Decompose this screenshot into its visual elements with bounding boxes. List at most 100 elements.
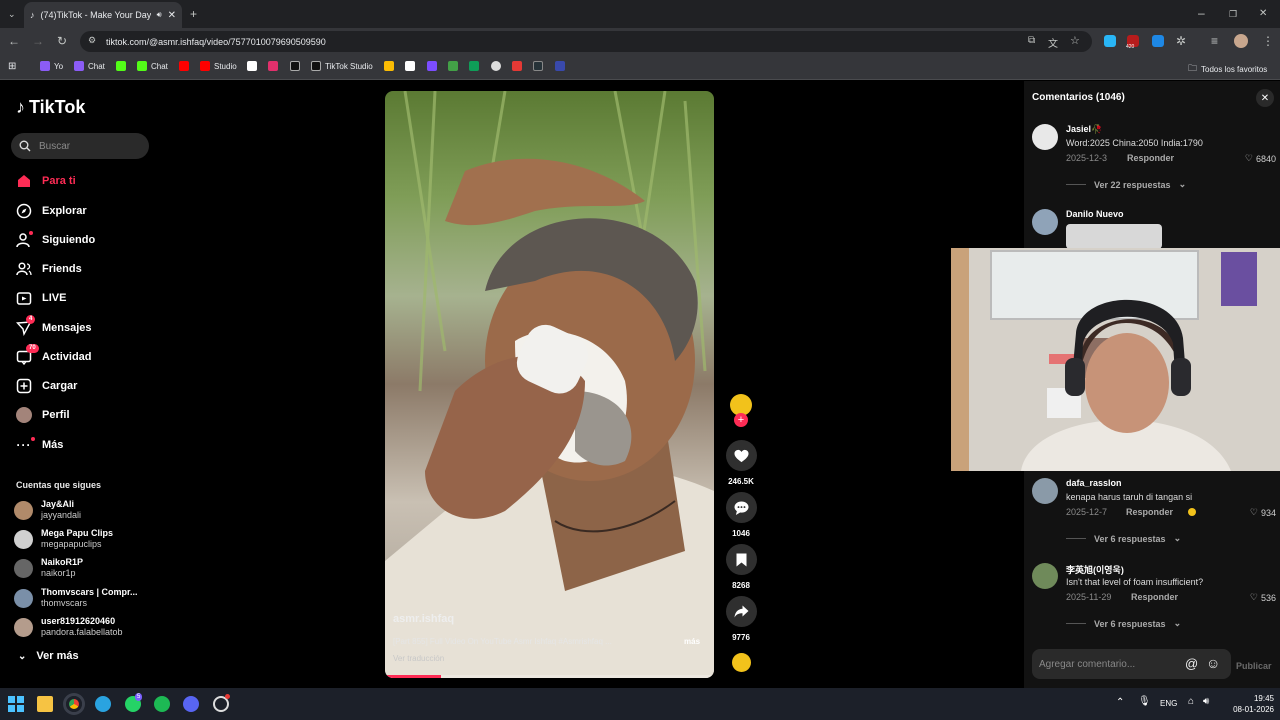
tiktok-logo[interactable]: ♪ TikTok bbox=[16, 97, 85, 118]
bookmark-item[interactable]: Chat bbox=[137, 61, 168, 71]
translate-icon[interactable]: 文 bbox=[1048, 35, 1058, 50]
comment-like-button[interactable]: ♡ 934 bbox=[1250, 507, 1276, 518]
chrome-icon[interactable] bbox=[66, 696, 82, 712]
view-replies-button[interactable]: Ver 6 respuestas ⌄ bbox=[1066, 533, 1181, 544]
minimize-button[interactable]: – bbox=[1198, 7, 1205, 19]
video-progress-bar[interactable] bbox=[385, 675, 714, 678]
bookmark-item[interactable]: Studio bbox=[200, 61, 237, 71]
comment-like-button[interactable]: ♡ 6840 bbox=[1245, 153, 1276, 164]
reply-button[interactable]: Responder bbox=[1126, 507, 1173, 517]
apps-grid-icon[interactable]: ⊞ bbox=[8, 61, 16, 72]
nav-siguiendo[interactable]: Siguiendo bbox=[16, 231, 95, 248]
caption-more-button[interactable]: más bbox=[684, 637, 700, 646]
avatar[interactable] bbox=[1032, 563, 1058, 589]
bookmark-item[interactable] bbox=[405, 61, 415, 71]
view-replies-button[interactable]: Ver 22 respuestas ⌄ bbox=[1066, 179, 1186, 190]
all-bookmarks-folder[interactable]: 🗀︎ Todos los favoritos bbox=[1188, 61, 1267, 77]
following-account[interactable]: Jay&Ali jayyandali bbox=[14, 499, 81, 521]
bookmark-item[interactable] bbox=[116, 61, 126, 71]
discord-icon[interactable] bbox=[183, 696, 199, 712]
volume-icon[interactable]: 🔊︎ bbox=[1203, 696, 1209, 707]
site-info-icon[interactable]: ⚙︎ bbox=[88, 35, 96, 46]
share-button[interactable]: 9776 bbox=[725, 596, 757, 642]
system-clock[interactable]: 19:45 08-01-2026 bbox=[1224, 693, 1274, 715]
extension-wave-icon[interactable] bbox=[1152, 35, 1164, 47]
profile-avatar-icon[interactable] bbox=[1234, 34, 1248, 48]
add-comment-input[interactable]: Agregar comentario... @ ☺ bbox=[1032, 649, 1231, 679]
creator-avatar[interactable]: + bbox=[725, 394, 757, 427]
media-controls-icon[interactable]: ≡ bbox=[1211, 35, 1218, 47]
video-player[interactable]: asmr.ishfaq [Part 855] Full Video On You… bbox=[385, 91, 714, 678]
window-close-button[interactable]: ✕ bbox=[1259, 8, 1267, 20]
bookmark-item[interactable] bbox=[247, 61, 257, 71]
comment-username[interactable]: 李英旭(이영욱) bbox=[1066, 563, 1124, 576]
comment-username[interactable]: dafa_rasslon bbox=[1066, 478, 1122, 488]
windows-start-icon[interactable] bbox=[8, 696, 24, 712]
view-replies-button[interactable]: Ver 6 respuestas ⌄ bbox=[1066, 618, 1181, 629]
nav-explorar[interactable]: Explorar bbox=[16, 203, 87, 219]
avatar[interactable] bbox=[1032, 124, 1058, 150]
install-icon[interactable]: ⧉ bbox=[1028, 35, 1035, 46]
music-disc[interactable] bbox=[725, 653, 757, 672]
video-author[interactable]: asmr.ishfaq bbox=[393, 613, 454, 625]
bookmark-item[interactable] bbox=[290, 61, 300, 71]
nav-friends[interactable]: Friends bbox=[16, 261, 82, 277]
see-translation-link[interactable]: Ver traducción bbox=[393, 654, 444, 663]
nav-live[interactable]: LIVE bbox=[16, 290, 66, 306]
nav-mas[interactable]: ··· Más bbox=[16, 437, 63, 453]
bookmark-item[interactable] bbox=[469, 61, 479, 71]
nav-perfil[interactable]: Perfil bbox=[16, 407, 70, 423]
spotify-icon[interactable] bbox=[154, 696, 170, 712]
browser-tab[interactable]: ♪ (74)TikTok - Make Your Day 🔊︎ ✕ bbox=[24, 2, 182, 28]
file-explorer-icon[interactable] bbox=[37, 696, 53, 712]
nav-mensajes[interactable]: 4 Mensajes bbox=[16, 315, 92, 336]
bookmark-item[interactable] bbox=[448, 61, 458, 71]
reply-button[interactable]: Responder bbox=[1127, 153, 1174, 163]
follow-plus-icon[interactable]: + bbox=[734, 413, 748, 427]
new-tab-button[interactable]: + bbox=[190, 8, 197, 20]
like-button[interactable]: 246.5K bbox=[725, 440, 757, 486]
comment-username[interactable]: Danilo Nuevo bbox=[1066, 209, 1124, 219]
speaker-icon[interactable]: 🔊︎ bbox=[157, 10, 162, 20]
extensions-puzzle-icon[interactable]: ✲ bbox=[1176, 35, 1186, 47]
nav-actividad[interactable]: 70 Actividad bbox=[16, 344, 92, 365]
see-more-button[interactable]: ⌄ Ver más bbox=[18, 650, 79, 662]
bookmark-item[interactable] bbox=[268, 61, 278, 71]
comment-like-button[interactable]: ♡ 536 bbox=[1250, 592, 1276, 603]
network-icon[interactable]: ⌂ bbox=[1188, 696, 1194, 707]
bookmark-item[interactable]: TikTok Studio bbox=[311, 61, 373, 71]
forward-button[interactable]: → bbox=[32, 35, 44, 47]
tab-close-icon[interactable]: ✕ bbox=[168, 10, 176, 21]
reply-button[interactable]: Responder bbox=[1131, 592, 1178, 602]
chrome-menu-icon[interactable]: ⋮ bbox=[1262, 35, 1274, 47]
tray-chevron-up-icon[interactable]: ⌃ bbox=[1116, 697, 1124, 708]
comment-username[interactable]: Jasiel🥀 bbox=[1066, 124, 1102, 135]
extension-7tv-icon[interactable] bbox=[1104, 35, 1116, 47]
bookmark-item[interactable] bbox=[427, 61, 437, 71]
bookmark-item[interactable] bbox=[491, 61, 501, 71]
nav-cargar[interactable]: Cargar bbox=[16, 378, 77, 394]
bookmark-item[interactable] bbox=[384, 61, 394, 71]
reload-button[interactable]: ↻ bbox=[57, 35, 67, 47]
address-bar[interactable]: ⚙︎ tiktok.com/@asmr.ishfaq/video/7577010… bbox=[80, 31, 1092, 52]
emoji-icon[interactable]: ☺ bbox=[1206, 655, 1220, 671]
bookmark-item[interactable] bbox=[179, 61, 189, 71]
following-account[interactable]: NaikoR1P naikor1p bbox=[14, 557, 83, 579]
telegram-icon[interactable] bbox=[95, 696, 111, 712]
following-account[interactable]: Mega Papu Clips megapapuclips bbox=[14, 528, 113, 550]
restore-button[interactable]: ❐ bbox=[1229, 8, 1237, 20]
bookmark-item[interactable]: Yo bbox=[40, 61, 63, 71]
bookmark-item[interactable] bbox=[555, 61, 565, 71]
close-comments-button[interactable]: ✕ bbox=[1256, 89, 1274, 107]
avatar[interactable] bbox=[1032, 478, 1058, 504]
bookmark-star-icon[interactable]: ☆ bbox=[1070, 34, 1080, 47]
comment-button[interactable]: 1046 bbox=[725, 492, 757, 538]
following-account[interactable]: user81912620460 pandora.falabellatob bbox=[14, 616, 123, 638]
nav-para-ti[interactable]: Para ti bbox=[16, 173, 76, 189]
language-indicator[interactable]: ENG bbox=[1160, 699, 1177, 708]
back-button[interactable]: ← bbox=[8, 35, 20, 47]
publish-button[interactable]: Publicar bbox=[1236, 661, 1272, 671]
bookmark-item[interactable] bbox=[533, 61, 543, 71]
avatar[interactable] bbox=[1032, 209, 1058, 235]
tab-list-button[interactable]: ⌄ bbox=[8, 8, 16, 20]
